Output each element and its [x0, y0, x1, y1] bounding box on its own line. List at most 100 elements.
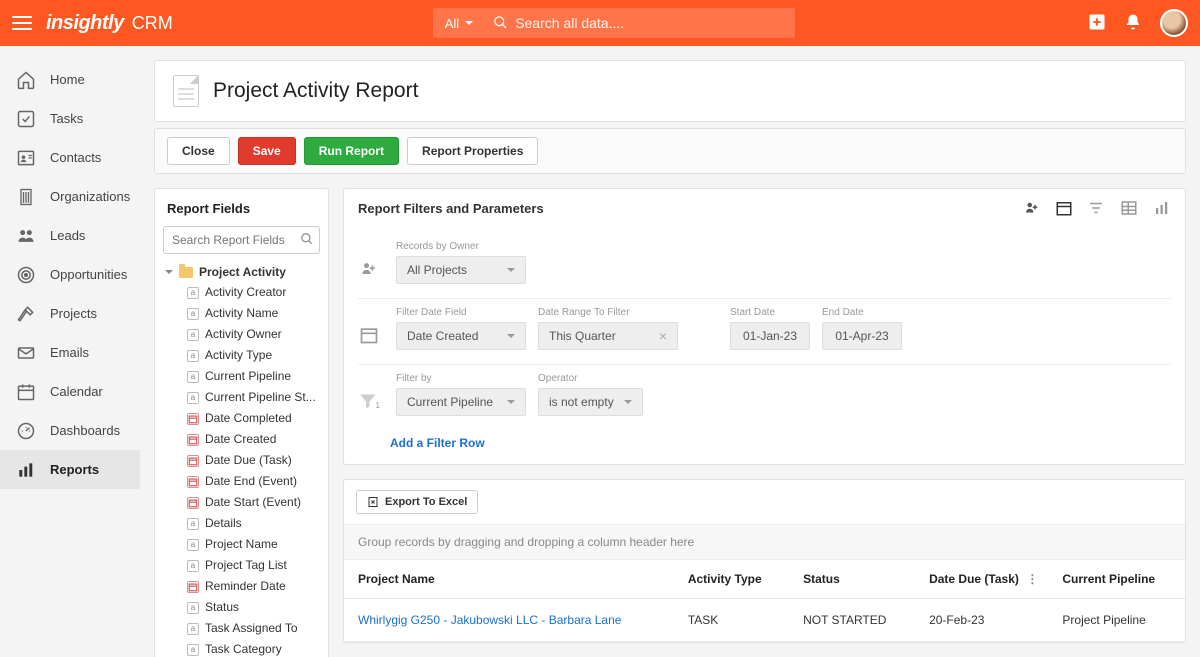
close-button[interactable]: Close	[167, 137, 230, 165]
sidenav-item-home[interactable]: Home	[0, 60, 140, 99]
sidenav-label: Opportunities	[50, 267, 127, 282]
chevron-down-icon	[507, 268, 515, 276]
filter-view-icon[interactable]	[1087, 199, 1105, 217]
field-label: Task Assigned To	[205, 620, 298, 637]
clear-icon[interactable]: ×	[659, 328, 667, 344]
column-header[interactable]: Current Pipeline	[1048, 560, 1185, 599]
field-item[interactable]: aActivity Name	[163, 303, 324, 324]
date-type-icon	[187, 581, 199, 593]
sidenav-item-opportunities[interactable]: Opportunities	[0, 255, 140, 294]
date-value: 01-Jan-23	[743, 329, 797, 343]
owner-view-icon[interactable]	[1023, 199, 1041, 217]
field-item[interactable]: aProject Name	[163, 534, 324, 555]
table-cell: 20-Feb-23	[915, 599, 1048, 642]
select-value: is not empty	[549, 395, 614, 409]
select-value: Current Pipeline	[407, 395, 493, 409]
export-excel-button[interactable]: Export To Excel	[356, 490, 478, 514]
text-type-icon: a	[187, 539, 199, 551]
field-item[interactable]: aCurrent Pipeline St...	[163, 387, 324, 408]
export-label: Export To Excel	[385, 496, 467, 508]
sidenav-item-projects[interactable]: Projects	[0, 294, 140, 333]
column-header[interactable]: Project Name	[344, 560, 674, 599]
text-type-icon: a	[187, 371, 199, 383]
field-item[interactable]: Date Due (Task)	[163, 450, 324, 471]
add-button[interactable]	[1088, 13, 1106, 34]
date-type-icon	[187, 455, 199, 467]
column-header[interactable]: Date Due (Task)⋮	[915, 560, 1048, 599]
field-label: Activity Name	[205, 305, 278, 322]
date-range-select[interactable]: This Quarter×	[538, 322, 678, 350]
field-item[interactable]: Reminder Date	[163, 576, 324, 597]
sidenav-item-leads[interactable]: Leads	[0, 216, 140, 255]
product-name: CRM	[132, 13, 173, 34]
field-item[interactable]: aActivity Type	[163, 345, 324, 366]
calendar-view-icon[interactable]	[1055, 199, 1073, 217]
hammer-icon	[16, 304, 36, 324]
text-type-icon: a	[187, 623, 199, 635]
date-field-select[interactable]: Date Created	[396, 322, 526, 350]
filter-by-select[interactable]: Current Pipeline	[396, 388, 526, 416]
chevron-down-icon	[465, 21, 473, 29]
field-label: Current Pipeline	[205, 368, 291, 385]
sidenav-item-reports[interactable]: Reports	[0, 450, 140, 489]
field-item[interactable]: a Task Assigned To	[163, 618, 324, 639]
filter-label: Filter Date Field	[396, 307, 526, 318]
tree-root-label: Project Activity	[199, 265, 286, 279]
gauge-icon	[16, 421, 36, 441]
sidenav-label: Dashboards	[50, 423, 120, 438]
sidenav-item-contacts[interactable]: Contacts	[0, 138, 140, 177]
sidenav-item-dashboards[interactable]: Dashboards	[0, 411, 140, 450]
table-row: Whirlygig G250 - Jakubowski LLC - Barbar…	[344, 599, 1185, 642]
field-item[interactable]: Date Created	[163, 429, 324, 450]
field-label: Date Completed	[205, 410, 292, 427]
field-search-input[interactable]	[163, 226, 320, 254]
owner-select[interactable]: All Projects	[396, 256, 526, 284]
field-item[interactable]: Date Start (Event)	[163, 492, 324, 513]
avatar[interactable]	[1160, 9, 1188, 37]
field-item[interactable]: Date End (Event)	[163, 471, 324, 492]
search-scope-label: All	[445, 16, 459, 31]
date-type-icon	[187, 434, 199, 446]
field-item[interactable]: a Current Pipeline	[163, 366, 324, 387]
search-input[interactable]	[485, 8, 795, 38]
column-header[interactable]: Activity Type	[674, 560, 789, 599]
funnel-icon: 1	[358, 390, 380, 412]
date-type-icon	[187, 413, 199, 425]
menu-toggle[interactable]	[12, 16, 32, 30]
sidenav-item-emails[interactable]: Emails	[0, 333, 140, 372]
view-mode-icons	[1023, 199, 1171, 217]
field-item[interactable]: aProject Tag List	[163, 555, 324, 576]
sidenav-item-tasks[interactable]: Tasks	[0, 99, 140, 138]
field-item[interactable]: aStatus	[163, 597, 324, 618]
column-menu-icon[interactable]: ⋮	[1026, 572, 1038, 586]
field-item[interactable]: Date Completed	[163, 408, 324, 429]
report-properties-button[interactable]: Report Properties	[407, 137, 538, 165]
field-item[interactable]: aActivity Owner	[163, 324, 324, 345]
table-view-icon[interactable]	[1119, 199, 1139, 217]
field-label: Project Tag List	[205, 557, 287, 574]
chart-view-icon[interactable]	[1153, 199, 1171, 217]
field-item[interactable]: aActivity Creator	[163, 282, 324, 303]
brand-logo: insightly	[46, 12, 124, 35]
add-filter-row-link[interactable]: Add a Filter Row	[390, 436, 485, 450]
group-drop-zone[interactable]: Group records by dragging and dropping a…	[344, 525, 1185, 560]
field-item[interactable]: aDetails	[163, 513, 324, 534]
table-cell: TASK	[674, 599, 789, 642]
search-scope-dropdown[interactable]: All	[433, 8, 485, 38]
leads-icon	[16, 226, 36, 246]
tree-root[interactable]: Project Activity	[163, 262, 324, 282]
operator-select[interactable]: is not empty	[538, 388, 643, 416]
sidenav-item-organizations[interactable]: Organizations	[0, 177, 140, 216]
project-link[interactable]: Whirlygig G250 - Jakubowski LLC - Barbar…	[358, 613, 621, 627]
end-date-input[interactable]: 01-Apr-23	[822, 322, 902, 350]
column-header[interactable]: Status	[789, 560, 915, 599]
field-item[interactable]: aTask Category	[163, 639, 324, 657]
person-icon	[358, 258, 380, 280]
chevron-down-icon	[507, 400, 515, 408]
run-report-button[interactable]: Run Report	[304, 137, 399, 165]
report-header: Project Activity Report	[154, 60, 1186, 122]
save-button[interactable]: Save	[238, 137, 296, 165]
sidenav-item-calendar[interactable]: Calendar	[0, 372, 140, 411]
start-date-input[interactable]: 01-Jan-23	[730, 322, 810, 350]
notifications-button[interactable]	[1124, 13, 1142, 34]
